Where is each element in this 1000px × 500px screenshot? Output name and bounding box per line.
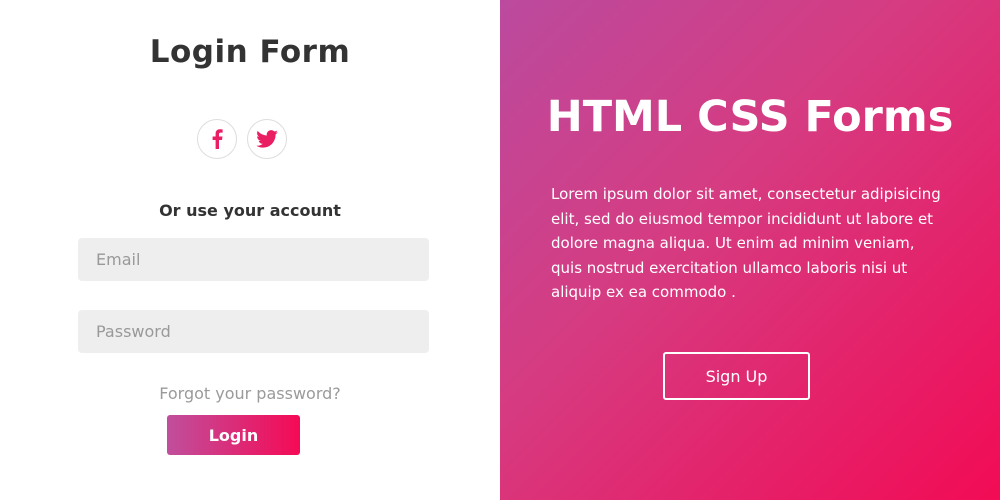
twitter-icon bbox=[256, 130, 278, 148]
twitter-button[interactable] bbox=[247, 119, 287, 159]
hero-panel: HTML CSS Forms Lorem ipsum dolor sit ame… bbox=[500, 0, 1000, 500]
social-buttons bbox=[0, 119, 492, 159]
login-panel: Login Form Or use your account For bbox=[0, 0, 500, 500]
facebook-button[interactable] bbox=[197, 119, 237, 159]
signup-button[interactable]: Sign Up bbox=[663, 352, 810, 400]
login-button[interactable]: Login bbox=[167, 415, 300, 455]
hero-description: Lorem ipsum dolor sit amet, consectetur … bbox=[551, 185, 941, 301]
account-subtitle: Or use your account bbox=[159, 201, 341, 220]
facebook-icon bbox=[211, 129, 223, 149]
forgot-password-link[interactable]: Forgot your password? bbox=[0, 384, 500, 403]
hero-title: HTML CSS Forms bbox=[546, 92, 954, 142]
login-title: Login Form bbox=[149, 34, 351, 70]
email-field[interactable] bbox=[78, 238, 429, 281]
password-field[interactable] bbox=[78, 310, 429, 353]
page: Login Form Or use your account For bbox=[0, 0, 1000, 500]
